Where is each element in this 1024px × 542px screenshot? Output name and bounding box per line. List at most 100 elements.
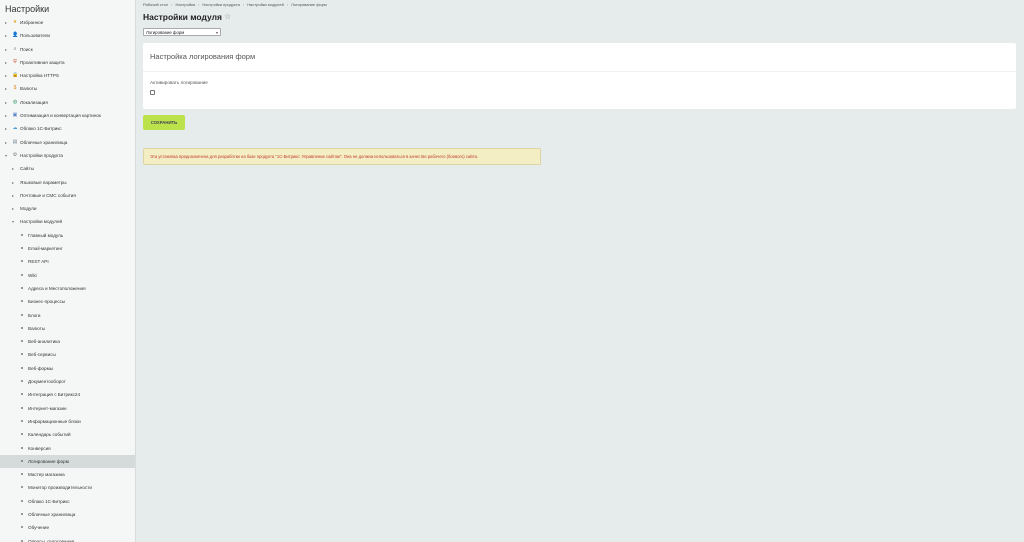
sidebar-item[interactable]: Документооборот (0, 375, 135, 388)
sidebar-item[interactable]: ▸ 👤 Пользователи (0, 29, 135, 42)
sidebar-item[interactable]: ▸ ☁ Облако 1С-Битрикс (0, 122, 135, 135)
sidebar-item-label: Почтовые и СМС события (20, 192, 76, 198)
chevron-right-icon[interactable]: ▸ (5, 96, 7, 109)
sidebar-item-label: Сайты (20, 166, 34, 172)
sidebar-item[interactable]: ▸ ★ Избранное (0, 16, 135, 29)
currency-icon: $ (13, 85, 17, 92)
sidebar-item-label: Документооборот (28, 379, 66, 385)
sidebar-item[interactable]: ▾ ⚙ Настройки продукта (0, 149, 135, 162)
sidebar-item[interactable]: Логирование форм (0, 454, 135, 469)
sidebar-item[interactable]: Обучение (0, 521, 135, 534)
sidebar-item-label: Оптимизация и конвертация картинок (20, 113, 101, 119)
breadcrumb: Рабочий стол › Настройки › Настройки продукт… (143, 2, 330, 7)
chevron-right-icon[interactable]: ▸ (5, 109, 7, 122)
sidebar-item[interactable]: ▾ Настройки модулей (0, 215, 135, 228)
sidebar-item[interactable]: Мастер магазина (0, 468, 135, 481)
breadcrumb-item[interactable]: Настройки (175, 2, 195, 7)
sidebar-item[interactable]: Интернет-магазин (0, 402, 135, 415)
chevron-right-icon[interactable]: ▸ (12, 176, 14, 189)
chevron-right-icon[interactable]: ▸ (12, 162, 14, 175)
sidebar-item[interactable]: ▸ ⌕ Поиск (0, 43, 135, 56)
sidebar-item-label: Веб-аналитика (28, 339, 60, 345)
save-button[interactable]: СОХРАНИТЬ (143, 115, 185, 130)
chevron-right-icon[interactable]: ▸ (5, 69, 7, 82)
favorite-star-icon[interactable]: ☆ (224, 12, 231, 21)
sidebar-item[interactable]: ▸ 🔒 Настройка HTTPS (0, 69, 135, 82)
chevron-right-icon[interactable]: ▸ (5, 56, 7, 69)
sidebar-item[interactable]: Веб-формы (0, 362, 135, 375)
chevron-right-icon[interactable]: ▸ (5, 82, 7, 95)
bullet-icon (21, 313, 23, 316)
bullet-icon (21, 366, 23, 369)
sidebar-item-label: Облако 1С-Битрикс (28, 498, 70, 504)
sidebar-item[interactable]: Блоги (0, 309, 135, 322)
cloud-icon: ☁ (12, 125, 18, 132)
activate-logging-label: Активировать логирование (150, 80, 208, 85)
sidebar-item-label: Валюты (20, 86, 38, 92)
sidebar-item[interactable]: Опросы, голосования (0, 535, 135, 542)
bullet-icon (21, 247, 23, 250)
chevron-right-icon[interactable]: ▸ (5, 16, 7, 29)
bullet-icon (21, 473, 23, 476)
sidebar-item[interactable]: Бизнес-процессы (0, 295, 135, 308)
settings-panel: Настройка логирования форм Активировать … (143, 43, 1016, 109)
sidebar-item[interactable]: Wiki (0, 269, 135, 282)
sidebar-item-label: Облачные хранилища (28, 511, 76, 517)
chevron-right-icon[interactable]: ▸ (12, 202, 14, 215)
sidebar-item[interactable]: ▸ Почтовые и СМС события (0, 189, 135, 202)
sidebar-item[interactable]: Веб-сервисы (0, 348, 135, 361)
sidebar-item[interactable]: Облако 1С-Битрикс (0, 495, 135, 508)
bullet-icon (21, 539, 23, 542)
sidebar-item[interactable]: Веб-аналитика (0, 335, 135, 348)
sidebar-item-label: Опросы, голосования (28, 538, 75, 542)
sidebar-item[interactable]: Главный модуль (0, 229, 135, 242)
sidebar-item[interactable]: Монитор производительности (0, 481, 135, 494)
sidebar-item[interactable]: ▸ Модули (0, 202, 135, 215)
sidebar-item[interactable]: ▸ Языковые параметры (0, 176, 135, 189)
sidebar-item[interactable]: ▸ ◍ Локализация (0, 96, 135, 109)
sidebar-item[interactable]: Валюты (0, 322, 135, 335)
sidebar-item[interactable]: Конверсия (0, 442, 135, 455)
chevron-down-icon[interactable]: ▾ (12, 215, 14, 228)
sidebar-item-label: Настройки модулей (20, 219, 63, 225)
sidebar-item-label: Главный модуль (28, 232, 64, 238)
sidebar-item[interactable]: ▸ ▣ Оптимизация и конвертация картинок (0, 109, 135, 122)
sidebar-item[interactable]: Информационные блоки (0, 415, 135, 428)
sidebar-item[interactable]: Календарь событий (0, 428, 135, 441)
chevron-down-icon[interactable]: ▾ (5, 149, 7, 162)
sidebar-item[interactable]: ▸ ▤ Облачные хранилища (0, 136, 135, 149)
sidebar-item[interactable]: Облачные хранилища (0, 508, 135, 521)
bullet-icon (21, 486, 23, 489)
sidebar-item-label: Монитор производительности (28, 485, 92, 491)
sidebar-item[interactable]: ▸ ⛨ Проактивная защита (0, 56, 135, 69)
sidebar-item[interactable]: ▸ $ Валюты (0, 82, 135, 95)
breadcrumb-item[interactable]: Настройки продукта (202, 2, 239, 7)
sidebar-item[interactable]: Email-маркетинг (0, 242, 135, 255)
bullet-icon (21, 260, 23, 263)
module-select[interactable]: Логирование форм ▾ (143, 28, 221, 36)
bullet-icon (21, 419, 23, 422)
sidebar-item-label: Мастер магазина (28, 472, 65, 478)
chevron-right-icon[interactable]: ▸ (12, 189, 14, 202)
chevron-right-icon[interactable]: ▸ (5, 136, 7, 149)
sidebar-item[interactable]: REST API (0, 255, 135, 268)
bullet-icon (21, 406, 23, 409)
bullet-icon (21, 433, 23, 436)
chevron-right-icon[interactable]: ▸ (5, 122, 7, 135)
sidebar-item-label: Интеграция с Битрикс24 (28, 392, 81, 398)
sidebar-item[interactable]: ▸ Сайты (0, 162, 135, 175)
sidebar-item-label: Веб-формы (28, 365, 54, 371)
sidebar-item-label: Адреса и Местоположения (28, 285, 86, 291)
chevron-right-icon[interactable]: ▸ (5, 43, 7, 56)
sidebar-item[interactable]: Интеграция с Битрикс24 (0, 388, 135, 401)
page-title: Настройки модуля (143, 12, 222, 22)
sidebar-item[interactable]: Адреса и Местоположения (0, 282, 135, 295)
storage-icon: ▤ (12, 138, 18, 145)
breadcrumb-item[interactable]: Рабочий стол (143, 2, 168, 7)
panel-title: Настройка логирования форм (150, 52, 256, 61)
breadcrumb-item[interactable]: Настройки модулей (247, 2, 284, 7)
user-icon: 👤 (12, 32, 19, 39)
sidebar-item-label: Веб-сервисы (28, 352, 56, 358)
chevron-right-icon[interactable]: ▸ (5, 29, 7, 42)
activate-logging-checkbox[interactable] (150, 90, 155, 95)
